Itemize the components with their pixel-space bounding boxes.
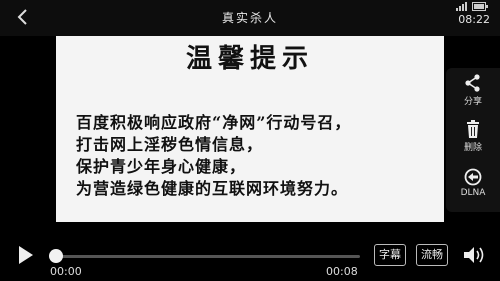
notice-line: 百度积极响应政府“净网”行动号召， (76, 113, 352, 132)
notice-line: 打击网上淫秽色情信息， (76, 135, 264, 154)
progress-thumb[interactable] (49, 249, 64, 263)
control-bar: 00:00 00:08 字幕 流畅 (0, 236, 500, 281)
notice-heading: 温馨提示 (185, 44, 314, 74)
progress-bar[interactable] (49, 249, 360, 263)
delete-label: 删除 (463, 143, 482, 153)
dlna-icon (464, 168, 482, 186)
notice-line: 保护青少年身心健康， (76, 157, 247, 176)
notice-body: 百度积极响应政府“净网”行动号召， 打击网上淫秽色情信息， 保护青少年身心健康，… (76, 112, 436, 200)
play-icon (19, 246, 33, 264)
video-frame[interactable]: 温馨提示 百度积极响应政府“净网”行动号召， 打击网上淫秽色情信息， 保护青少年… (56, 36, 444, 222)
play-button[interactable] (14, 244, 36, 266)
top-bar: 真实杀人 08:22 (0, 0, 500, 36)
volume-icon (464, 247, 484, 263)
side-menu: 分享 删除 DLNA (446, 68, 500, 212)
video-title: 真实杀人 (221, 11, 278, 25)
subtitle-button[interactable]: 字幕 (374, 244, 406, 266)
share-label: 分享 (463, 97, 482, 107)
share-icon (465, 74, 480, 92)
dlna-label: DLNA (460, 188, 486, 198)
notice-line: 为营造绿色健康的互联网环境努力。 (76, 179, 349, 198)
volume-button[interactable] (462, 244, 486, 266)
dlna-button[interactable]: DLNA (446, 168, 500, 198)
trash-icon (467, 120, 479, 138)
battery-icon (472, 2, 488, 11)
signal-icon (456, 2, 468, 11)
total-time: 00:08 (326, 265, 358, 278)
quality-button[interactable]: 流畅 (416, 244, 448, 266)
delete-button[interactable]: 删除 (446, 120, 500, 153)
clock: 08:22 (458, 13, 490, 26)
share-button[interactable]: 分享 (446, 74, 500, 107)
current-time: 00:00 (50, 265, 82, 278)
